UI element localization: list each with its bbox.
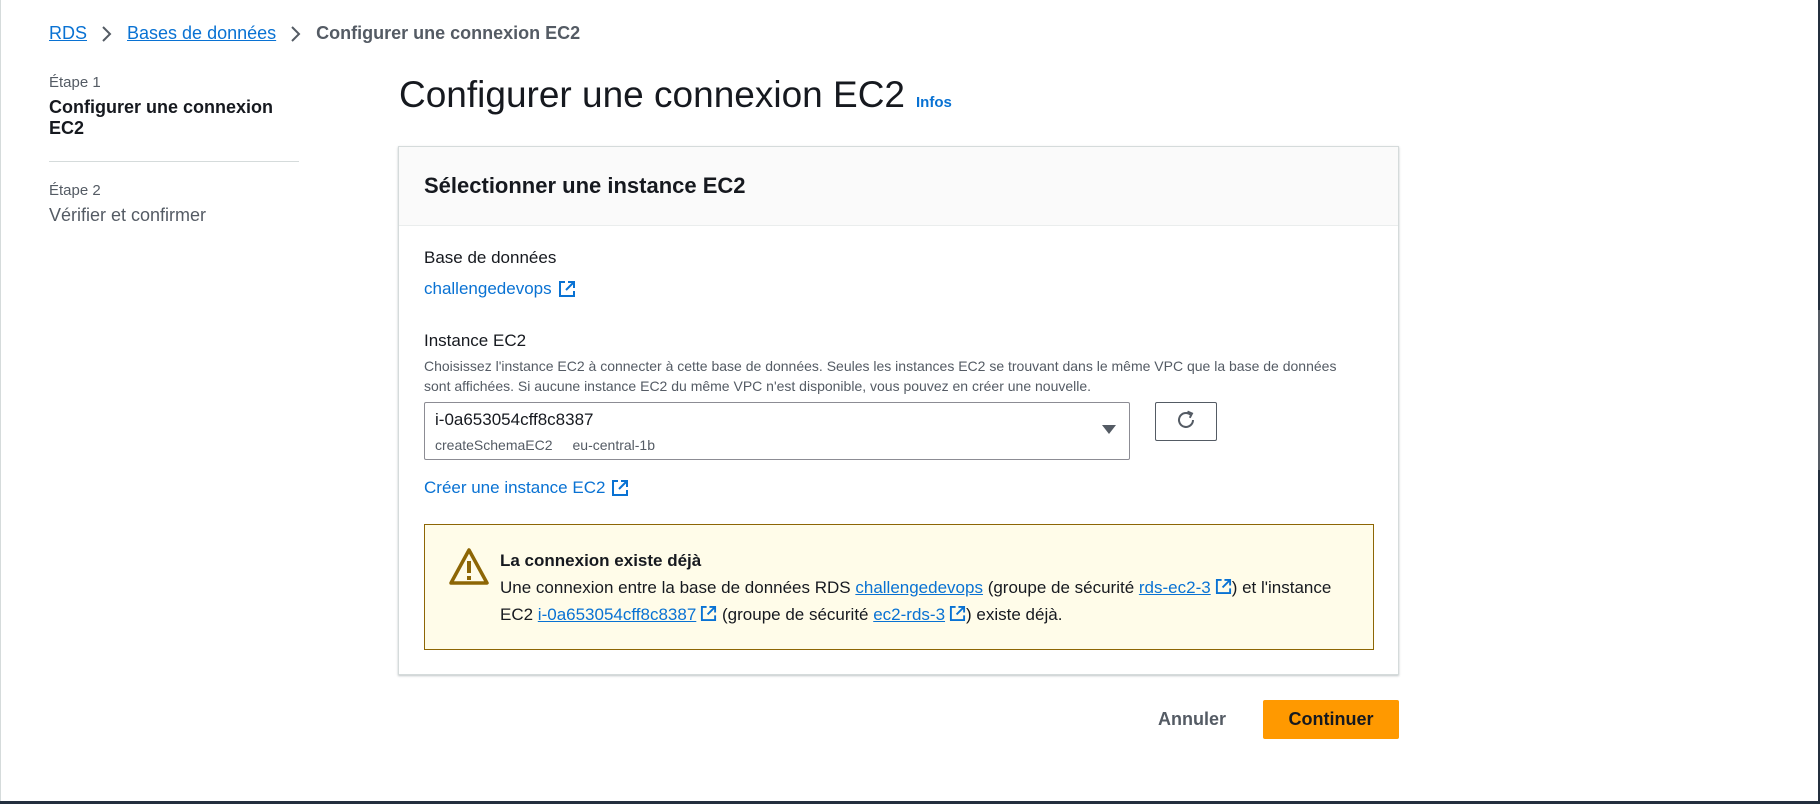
selected-instance-meta: createSchemaEC2 eu-central-1b: [435, 437, 655, 453]
refresh-button[interactable]: [1155, 402, 1217, 441]
external-link-icon: [1215, 576, 1232, 595]
alert-title: La connexion existe déjà: [500, 551, 702, 570]
step-title: Vérifier et confirmer: [49, 205, 207, 225]
alert-text: (groupe de sécurité: [717, 605, 874, 624]
refresh-icon: [1175, 409, 1197, 434]
database-label: Base de données: [424, 248, 557, 267]
alert-text: Une connexion entre la base de données R…: [500, 578, 856, 597]
alert-text: (groupe de sécurité: [982, 578, 1139, 597]
warning-icon: [449, 547, 489, 587]
wizard-step-1[interactable]: Étape 1 Configurer une connexion EC2: [49, 74, 299, 139]
continue-button[interactable]: Continuer: [1263, 700, 1399, 739]
container-title: Sélectionner une instance EC2: [424, 173, 746, 198]
step-label: Étape 1: [49, 74, 101, 91]
breadcrumb-current: Configurer une connexion EC2: [316, 23, 581, 43]
breadcrumb: RDS Bases de données Configurer une conn…: [49, 23, 580, 44]
page-title: Configurer une connexion EC2: [399, 74, 905, 115]
connection-exists-alert: La connexion existe déjà Une connexion e…: [424, 524, 1374, 650]
chevron-right-icon: [290, 25, 302, 43]
breadcrumb-rds-link[interactable]: RDS: [49, 23, 87, 44]
window-left-edge: [0, 0, 1, 804]
external-link-icon: [611, 479, 629, 497]
selected-instance-name: createSchemaEC2: [435, 437, 553, 453]
database-link[interactable]: challengedevops: [424, 279, 552, 299]
wizard-actions: Annuler Continuer: [1136, 700, 1399, 739]
alert-text: ) existe déjà.: [966, 605, 1063, 624]
selected-instance-zone: eu-central-1b: [572, 437, 656, 453]
wizard-steps-nav: Étape 1 Configurer une connexion EC2 Éta…: [49, 74, 299, 226]
step-title: Configurer une connexion EC2: [49, 97, 274, 138]
external-link-icon: [700, 603, 717, 622]
alert-database-link[interactable]: challengedevops: [855, 578, 983, 597]
page-header: Configurer une connexion EC2 Infos: [399, 74, 952, 116]
caret-down-icon: [1102, 425, 1116, 434]
external-link-icon: [558, 280, 576, 298]
alert-db-security-group-link[interactable]: rds-ec2-3: [1139, 578, 1211, 597]
alert-content: La connexion existe déjà Une connexion e…: [500, 547, 1360, 628]
info-link[interactable]: Infos: [916, 94, 952, 111]
create-instance-field: Créer une instance EC2: [424, 478, 629, 498]
database-field: challengedevops: [424, 279, 576, 299]
step-label: Étape 2: [49, 182, 101, 199]
external-link-icon: [949, 603, 966, 622]
cancel-button[interactable]: Annuler: [1136, 700, 1248, 739]
instance-description: Choisissez l'instance EC2 à connecter à …: [424, 358, 1337, 394]
step-divider: [49, 161, 299, 162]
instance-label: Instance EC2: [424, 331, 527, 350]
selected-instance-id: i-0a653054cff8c8387: [435, 410, 594, 429]
breadcrumb-databases-link[interactable]: Bases de données: [127, 23, 276, 44]
instance-select[interactable]: i-0a653054cff8c8387 createSchemaEC2 eu-ce…: [424, 402, 1130, 460]
alert-message: Une connexion entre la base de données R…: [500, 574, 1360, 628]
chevron-right-icon: [101, 25, 113, 43]
alert-instance-security-group-link[interactable]: ec2-rds-3: [873, 605, 945, 624]
alert-instance-link[interactable]: i-0a653054cff8c8387: [538, 605, 697, 624]
select-instance-container: Sélectionner une instance EC2 Base de do…: [398, 146, 1399, 675]
wizard-step-2: Étape 2 Vérifier et confirmer: [49, 182, 299, 226]
container-header: Sélectionner une instance EC2: [399, 147, 1398, 226]
create-instance-link[interactable]: Créer une instance EC2: [424, 478, 605, 498]
